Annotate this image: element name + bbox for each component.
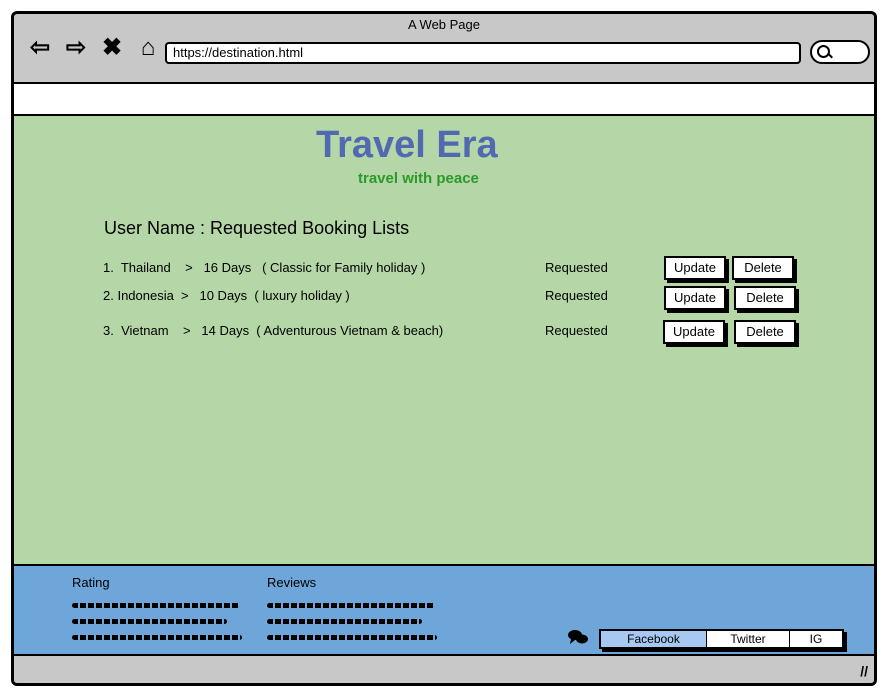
tagline: travel with peace — [358, 170, 479, 187]
booking-text: 1. Thailand > 16 Days ( Classic for Fami… — [103, 260, 426, 275]
reviews-placeholder-text — [267, 603, 435, 608]
chat-icon — [568, 630, 588, 644]
update-button[interactable]: Update — [663, 320, 725, 344]
booking-row: 1. Thailand > 16 Days ( Classic for Fami… — [103, 256, 803, 282]
delete-button[interactable]: Delete — [732, 256, 794, 280]
ig-link[interactable]: IG — [790, 631, 842, 647]
home-icon[interactable]: ⌂ — [134, 36, 162, 60]
booking-text: 2. Indonesia > 10 Days ( luxury holiday … — [103, 288, 350, 303]
booking-text: 3. Vietnam > 14 Days ( Adventurous Vietn… — [103, 323, 444, 338]
window-title: A Web Page — [407, 17, 481, 32]
top-banner — [14, 82, 874, 116]
rating-title: Rating — [72, 575, 110, 590]
twitter-link[interactable]: Twitter — [707, 631, 790, 647]
status-label: Requested — [545, 260, 608, 275]
delete-button[interactable]: Delete — [734, 286, 796, 310]
forward-arrow-icon[interactable]: ⇨ — [62, 36, 90, 60]
status-bar: // — [14, 654, 874, 683]
status-label: Requested — [545, 323, 608, 338]
back-arrow-icon[interactable]: ⇦ — [26, 36, 54, 60]
nav-buttons: ⇦ ⇨ ✖ ⌂ — [26, 36, 162, 60]
browser-window: A Web Page ⇦ ⇨ ✖ ⌂ https://destination.h… — [11, 11, 877, 686]
reviews-placeholder-text — [267, 635, 437, 640]
rating-placeholder-text — [72, 619, 227, 624]
close-icon[interactable]: ✖ — [98, 36, 126, 60]
reviews-title: Reviews — [267, 575, 317, 590]
rating-placeholder-text — [72, 603, 240, 608]
resize-handle-icon[interactable]: // — [860, 663, 868, 679]
update-button[interactable]: Update — [664, 286, 726, 310]
facebook-link[interactable]: Facebook — [601, 631, 707, 647]
booking-row: 3. Vietnam > 14 Days ( Adventurous Vietn… — [103, 319, 803, 345]
social-links: Facebook Twitter IG — [599, 629, 844, 649]
main-content: Travel Era travel with peace User Name :… — [14, 116, 874, 566]
footer: Rating Reviews Facebook Twitter IG — [14, 566, 874, 654]
status-label: Requested — [545, 288, 608, 303]
booking-row: 2. Indonesia > 10 Days ( luxury holiday … — [103, 284, 803, 310]
search-icon — [817, 45, 830, 58]
rating-placeholder-text — [72, 635, 242, 640]
address-bar[interactable]: https://destination.html — [165, 42, 801, 64]
brand-title: Travel Era — [316, 124, 498, 166]
booking-heading: User Name : Requested Booking Lists — [104, 218, 410, 238]
update-button[interactable]: Update — [664, 256, 726, 280]
search-box[interactable] — [810, 40, 870, 64]
reviews-placeholder-text — [267, 619, 422, 624]
delete-button[interactable]: Delete — [734, 320, 796, 344]
